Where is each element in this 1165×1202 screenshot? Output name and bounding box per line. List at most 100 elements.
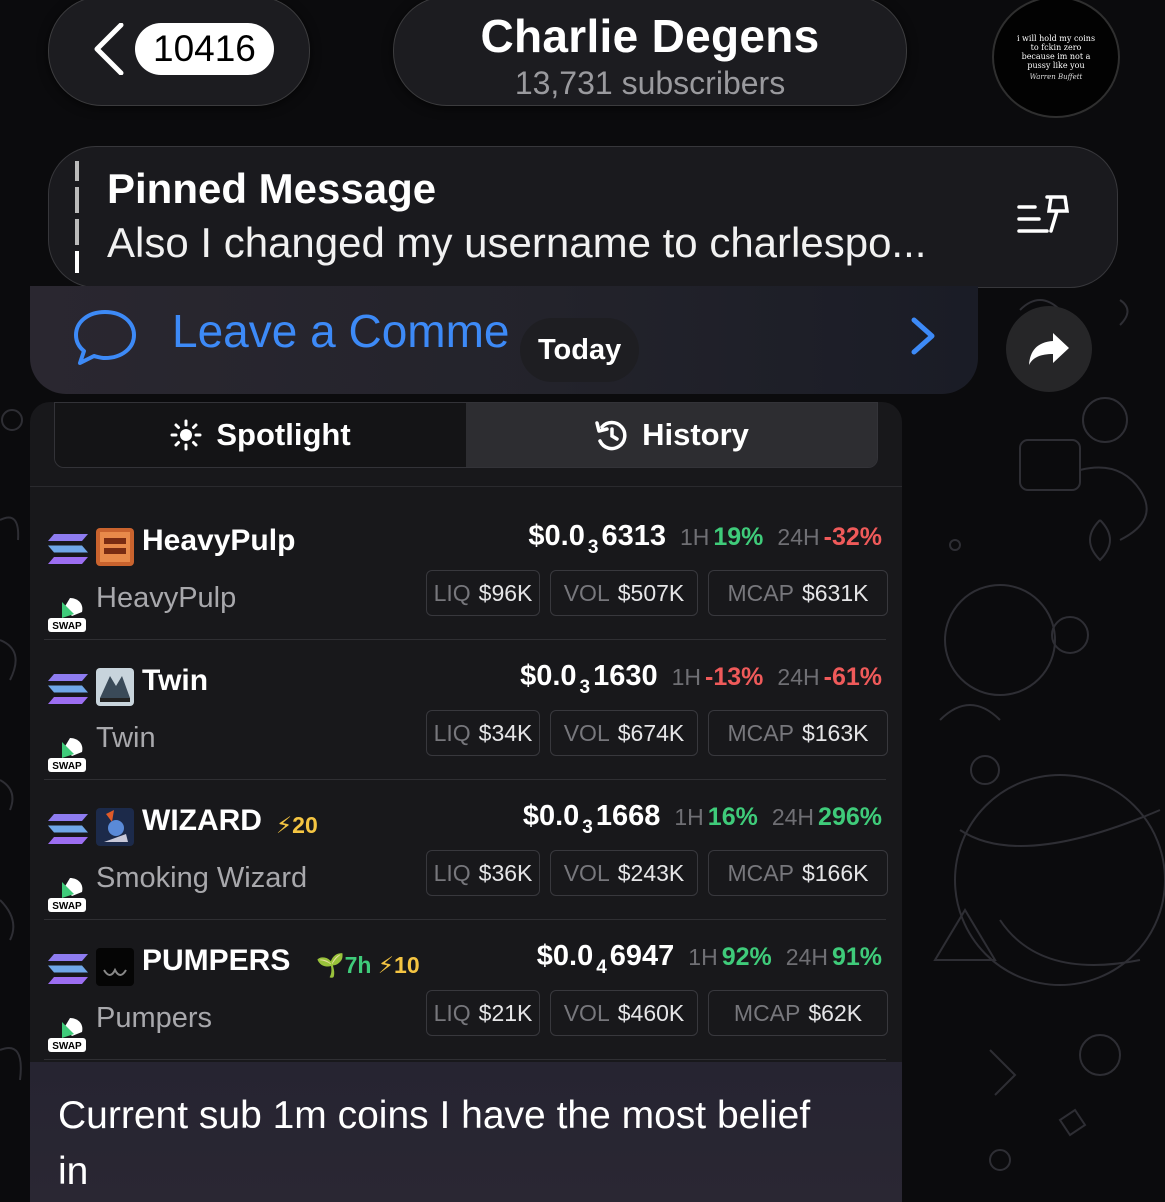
sun-icon [170, 419, 202, 451]
volume-stat: VOL $507K [550, 570, 698, 616]
leave-comment-label: Leave a Comme [172, 305, 510, 357]
unread-count-badge: 10416 [135, 23, 274, 75]
token-symbol: WIZARD [142, 804, 262, 837]
swap-label: SWAP [52, 901, 82, 912]
token-symbol: Twin [142, 664, 209, 697]
channel-header[interactable]: Charlie Degens 13,731 subscribers [393, 0, 907, 106]
swap-icon[interactable]: SWAP [48, 1016, 86, 1052]
timeframe-1h-label: 1H [671, 664, 702, 690]
pinned-text: Also I changed my username to charlespo.… [107, 219, 927, 266]
change-1h: -13% [705, 663, 764, 691]
price-line: $0.0 3 1668 1H 16% 24H 296% [522, 800, 882, 838]
token-name: HeavyPulp [96, 582, 237, 614]
timeframe-1h-label: 1H [674, 804, 704, 830]
token-price: $0.0 3 1668 [522, 800, 661, 838]
token-name: Twin [96, 722, 156, 754]
timeframe-24h-label: 24H [777, 664, 820, 690]
token-row[interactable]: SWAP HeavyPulp HeavyPulp $0.0 3 6313 1H 19… [44, 500, 888, 640]
token-stats: LIQ $96K VOL $507K MCAP $631K [426, 570, 888, 616]
token-logo-pumpers [96, 948, 134, 986]
price-line: $0.0 3 1630 1H -13% 24H -61% [520, 660, 882, 698]
token-badges: 🌱7h ⚡10 [316, 952, 420, 979]
swap-icon[interactable]: SWAP [48, 876, 86, 912]
age-badge: 🌱7h [316, 952, 372, 978]
token-stats: LIQ $36K VOL $243K MCAP $166K [426, 850, 888, 896]
change-24h: 296% [818, 803, 882, 831]
tab-history-label: History [642, 417, 749, 452]
token-name: Smoking Wizard [96, 862, 308, 894]
timeframe-1h-label: 1H [688, 944, 718, 970]
pinned-message-bar[interactable]: Pinned Message Also I changed my usernam… [48, 146, 1118, 288]
token-logo-twin [96, 668, 134, 706]
volume-stat: VOL $460K [550, 990, 698, 1036]
tab-spotlight[interactable]: Spotlight [55, 403, 466, 467]
timeframe-24h-label: 24H [785, 944, 828, 970]
token-symbol: HeavyPulp [142, 524, 296, 557]
change-24h: -32% [823, 523, 882, 551]
token-symbol: PUMPERS [142, 944, 291, 977]
change-24h: -61% [823, 663, 882, 691]
message-text: Current sub 1m coins I have the most bel… [58, 1094, 811, 1193]
volume-stat: VOL $674K [550, 710, 698, 756]
tab-bar: Spotlight History [54, 402, 878, 468]
solana-icon [48, 954, 88, 984]
solana-icon [48, 534, 88, 564]
price-line: $0.0 3 6313 1H 19% 24H -32% [528, 520, 882, 558]
swap-icon[interactable]: SWAP [48, 736, 86, 772]
comments-button[interactable]: Leave a Comme [30, 286, 978, 394]
market-cap-stat: MCAP $166K [708, 850, 888, 896]
token-price: $0.0 3 1630 [520, 660, 658, 698]
divider [30, 486, 902, 487]
swap-icon[interactable]: SWAP [48, 596, 86, 632]
history-icon [595, 420, 627, 451]
change-1h: 92% [721, 943, 772, 971]
share-button[interactable] [1006, 306, 1092, 392]
solana-icon [48, 814, 88, 844]
share-arrow-icon [1029, 333, 1069, 365]
token-badges: ⚡20 [276, 812, 318, 839]
token-row[interactable]: SWAP PUMPERS 🌱7h ⚡10 Pumpers $0.0 4 6947 1… [44, 920, 888, 1060]
pinned-list-icon[interactable] [1017, 193, 1077, 239]
pinned-title: Pinned Message [107, 165, 437, 212]
swap-label: SWAP [52, 1041, 82, 1052]
change-24h: 91% [831, 943, 882, 971]
pinned-indicator [75, 161, 79, 273]
change-1h: 16% [707, 803, 758, 831]
tab-history[interactable]: History [466, 403, 877, 467]
timeframe-1h-label: 1H [679, 524, 710, 550]
market-cap-stat: MCAP $163K [708, 710, 888, 756]
price-line: $0.0 4 6947 1H 92% 24H 91% [537, 940, 882, 978]
swap-label: SWAP [52, 761, 82, 772]
market-cap-stat: MCAP $631K [708, 570, 888, 616]
token-stats: LIQ $21K VOL $460K MCAP $62K [426, 990, 888, 1036]
date-separator: Today [520, 318, 640, 382]
token-name: Pumpers [96, 1002, 213, 1034]
token-logo-wizard [96, 808, 134, 846]
back-button[interactable]: 10416 [48, 0, 310, 106]
liquidity-stat: LIQ $96K [426, 570, 540, 616]
volume-stat: VOL $243K [550, 850, 698, 896]
channel-avatar[interactable]: i will hold my coins to fckin zero becau… [992, 0, 1120, 118]
chevron-left-icon [94, 23, 124, 75]
avatar-quote: i will hold my coins to fckin zero becau… [1016, 33, 1096, 70]
tab-spotlight-label: Spotlight [216, 417, 351, 452]
token-widget: Spotlight History SWAP HeavyPulp HeavyPu… [30, 402, 902, 1062]
token-stats: LIQ $34K VOL $674K MCAP $163K [426, 710, 888, 756]
token-price: $0.0 3 6313 [528, 520, 666, 558]
row-divider [44, 1058, 886, 1060]
timeframe-24h-label: 24H [771, 804, 815, 830]
boost-badge: ⚡10 [377, 952, 420, 978]
token-row[interactable]: SWAP Twin Twin $0.0 3 1630 1H -13% 24H -61… [44, 640, 888, 780]
chevron-right-icon [911, 317, 935, 355]
change-1h: 19% [713, 523, 764, 551]
boost-badge: ⚡20 [276, 812, 318, 838]
token-row[interactable]: SWAP WIZARD ⚡20 Smoking Wizard $0.0 3 1668… [44, 780, 888, 920]
avatar-attribution: Warren Buffett [1029, 72, 1083, 81]
timeframe-24h-label: 24H [777, 524, 820, 550]
subscriber-count: 13,731 subscribers [514, 65, 786, 101]
message-bubble[interactable]: Current sub 1m coins I have the most bel… [30, 1062, 902, 1202]
chat-bubble-icon [74, 310, 136, 365]
swap-label: SWAP [52, 621, 82, 632]
market-cap-stat: MCAP $62K [708, 990, 888, 1036]
channel-title: Charlie Degens [480, 10, 820, 62]
